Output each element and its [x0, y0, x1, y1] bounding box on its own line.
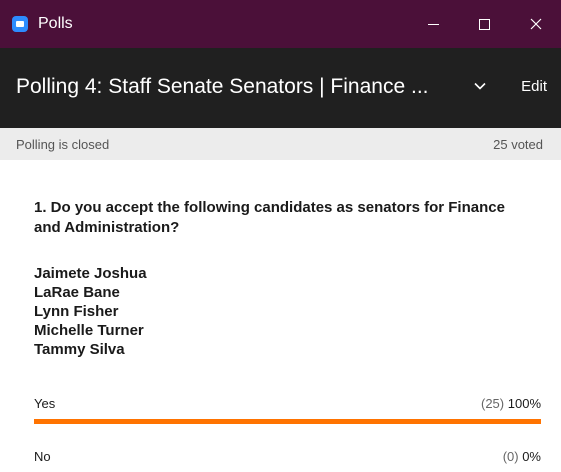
window-titlebar: Polls	[0, 0, 561, 48]
maximize-button[interactable]	[459, 0, 509, 48]
answer-label: No	[34, 449, 51, 464]
answer-percent: 100%	[507, 396, 541, 411]
candidate-name: Tammy Silva	[34, 341, 125, 358]
edit-button[interactable]: Edit	[521, 78, 547, 95]
poll-status-bar: Polling is closed 25 voted	[0, 128, 561, 160]
answer-count: (25)	[481, 396, 505, 411]
maximize-icon	[478, 18, 490, 30]
answer-count: (0)	[502, 449, 519, 464]
candidate-name: Michelle Turner	[34, 322, 144, 339]
result-bar-fill	[34, 419, 541, 424]
candidate-list: Jaimete Joshua LaRae Bane Lynn Fisher Mi…	[34, 264, 147, 359]
answer-result: (25) 100%	[481, 396, 541, 411]
zoom-app-icon	[12, 16, 28, 32]
answer-result: (0) 0%	[503, 449, 541, 464]
poll-title[interactable]: Polling 4: Staff Senate Senators | Finan…	[16, 75, 456, 99]
minimize-icon	[427, 23, 439, 25]
candidate-name: Jaimete Joshua	[34, 265, 147, 282]
question-text: 1. Do you accept the following candidate…	[34, 199, 505, 236]
candidate-name: Lynn Fisher	[34, 303, 119, 320]
minimize-button[interactable]	[408, 0, 458, 48]
answer-label: Yes	[34, 396, 56, 411]
poll-header: Polling 4: Staff Senate Senators | Finan…	[0, 48, 561, 128]
chevron-down-icon[interactable]	[472, 78, 488, 94]
poll-status-text: Polling is closed	[16, 137, 110, 152]
answer-percent: 0%	[522, 449, 541, 464]
vote-count: 25 voted	[493, 137, 543, 152]
close-button[interactable]	[511, 0, 561, 48]
candidate-name: LaRae Bane	[34, 284, 120, 301]
close-icon	[530, 18, 542, 30]
result-bar-track	[34, 419, 541, 424]
window-title: Polls	[38, 15, 73, 32]
